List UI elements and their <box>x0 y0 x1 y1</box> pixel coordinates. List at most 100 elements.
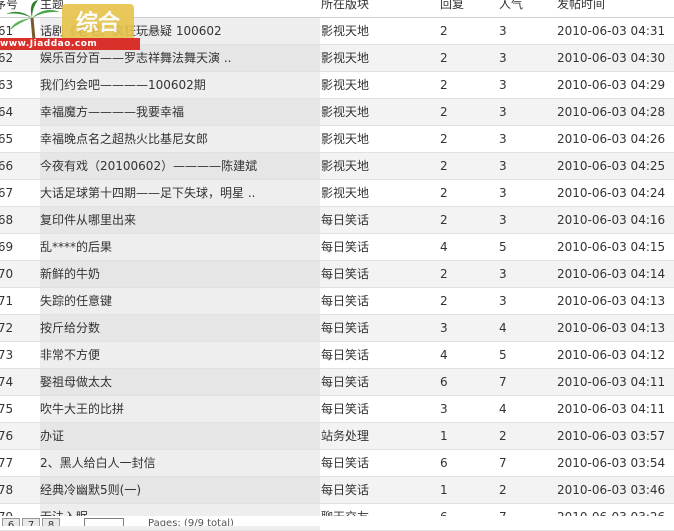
row-number: .69 <box>0 240 14 254</box>
board-name-link[interactable]: 每日笑话 <box>321 450 431 476</box>
thread-title-link[interactable]: 幸福晚点名之超热火比基尼女郎 <box>40 126 320 152</box>
reply-count: 6 <box>440 375 448 389</box>
board-name-link[interactable]: 每日笑话 <box>321 342 431 368</box>
popularity-count: 3 <box>499 159 507 173</box>
row-number: .70 <box>0 267 14 281</box>
popularity-count: 3 <box>499 51 507 65</box>
reply-count: 2 <box>440 105 448 119</box>
thread-title-link[interactable]: 大话足球第十四期——足下失球，明星 .. <box>40 180 320 206</box>
reply-count: 6 <box>440 456 448 470</box>
thread-title-link[interactable]: 失踪的任意键 <box>40 288 320 314</box>
page-button[interactable]: 8 <box>42 518 60 526</box>
thread-title-link[interactable]: 按斤给分数 <box>40 315 320 341</box>
reply-count: 2 <box>440 267 448 281</box>
thread-title-link[interactable]: 办证 <box>40 423 320 449</box>
post-time: 2010-06-03 03:57 <box>557 429 666 443</box>
table-row: .72 按斤给分数每日笑话 3 4 2010-06-03 04:13 <box>0 315 674 342</box>
row-number: .71 <box>0 294 14 308</box>
board-name-link[interactable]: 影视天地 <box>321 180 431 206</box>
column-header-reply[interactable]: 回复 <box>440 0 490 17</box>
table-row: .74 娶祖母做太太每日笑话 6 7 2010-06-03 04:11 <box>0 369 674 396</box>
table-row: .63 我们约会吧————100602期影视天地 2 3 2010-06-03 04:2… <box>0 72 674 99</box>
reply-count: 3 <box>440 402 448 416</box>
table-row: .65 幸福晚点名之超热火比基尼女郎影视天地 2 3 2010-06-03 04:26 <box>0 126 674 153</box>
post-time: 2010-06-03 04:11 <box>557 402 666 416</box>
board-name-link[interactable]: 每日笑话 <box>321 396 431 422</box>
post-time: 2010-06-03 04:13 <box>557 321 666 335</box>
popularity-count: 3 <box>499 105 507 119</box>
site-logo: 综合 www.Jiaddao.com <box>0 0 140 52</box>
board-name-link[interactable]: 每日笑话 <box>321 288 431 314</box>
board-name-link[interactable]: 影视天地 <box>321 153 431 179</box>
table-row: .69 乱****的后果每日笑话 4 5 2010-06-03 04:15 <box>0 234 674 261</box>
thread-title-link[interactable]: 经典冷幽默5则(一) <box>40 477 320 503</box>
popularity-count: 3 <box>499 294 507 308</box>
popularity-count: 3 <box>499 24 507 38</box>
board-name-link[interactable]: 每日笑话 <box>321 369 431 395</box>
reply-count: 2 <box>440 78 448 92</box>
table-row: .73 非常不方便每日笑话 4 5 2010-06-03 04:12 <box>0 342 674 369</box>
reply-count: 3 <box>440 321 448 335</box>
popularity-count: 3 <box>499 267 507 281</box>
thread-title-link[interactable]: 乱****的后果 <box>40 234 320 260</box>
table-row: .66 今夜有戏（20100602）————陈建斌影视天地 2 3 2010-06-03… <box>0 153 674 180</box>
board-name-link[interactable]: 站务处理 <box>321 423 431 449</box>
row-number: .67 <box>0 186 14 200</box>
post-time: 2010-06-03 04:24 <box>557 186 666 200</box>
popularity-count: 5 <box>499 240 507 254</box>
post-time: 2010-06-03 04:12 <box>557 348 666 362</box>
board-name-link[interactable]: 每日笑话 <box>321 207 431 233</box>
logo-wordmark: 综合 <box>62 4 134 42</box>
reply-count: 2 <box>440 51 448 65</box>
thread-title-link[interactable]: 吹牛大王的比拼 <box>40 396 320 422</box>
post-time: 2010-06-03 04:11 <box>557 375 666 389</box>
post-time: 2010-06-03 04:26 <box>557 132 666 146</box>
table-row: .76 办证站务处理 1 2 2010-06-03 03:57 <box>0 423 674 450</box>
board-name-link[interactable]: 每日笑话 <box>321 261 431 287</box>
post-time: 2010-06-03 04:15 <box>557 240 666 254</box>
board-name-link[interactable]: 影视天地 <box>321 72 431 98</box>
board-name-link[interactable]: 影视天地 <box>321 45 431 71</box>
page-button[interactable]: 6 <box>2 518 20 526</box>
post-time: 2010-06-03 04:16 <box>557 213 666 227</box>
thread-title-link[interactable]: 复印件从哪里出来 <box>40 207 320 233</box>
page-button[interactable]: 7 <box>22 518 40 526</box>
board-name-link[interactable]: 每日笑话 <box>321 234 431 260</box>
thread-title-link[interactable]: 非常不方便 <box>40 342 320 368</box>
row-number: .72 <box>0 321 14 335</box>
page-jump-input[interactable] <box>84 518 124 526</box>
table-body: .61话剧《老宅》疯狂玩悬疑 100602影视天地232010-06-03 04… <box>0 18 674 531</box>
reply-count: 1 <box>440 429 448 443</box>
pagination: 6 7 8 Pages: (9/9 total) <box>0 516 674 526</box>
board-name-link[interactable]: 影视天地 <box>321 126 431 152</box>
board-name-link[interactable]: 影视天地 <box>321 18 431 44</box>
column-header-time[interactable]: 发帖时间 <box>557 0 674 17</box>
post-time: 2010-06-03 04:30 <box>557 51 666 65</box>
column-header-popularity[interactable]: 人气 <box>499 0 549 17</box>
column-header-board[interactable]: 所在版块 <box>321 0 431 17</box>
table-row: .70 新鲜的牛奶每日笑话 2 3 2010-06-03 04:14 <box>0 261 674 288</box>
board-name-link[interactable]: 每日笑话 <box>321 315 431 341</box>
page-count-text: Pages: (9/9 total) <box>148 518 234 526</box>
reply-count: 2 <box>440 213 448 227</box>
palm-tree-icon <box>6 0 60 40</box>
thread-title-link[interactable]: 娶祖母做太太 <box>40 369 320 395</box>
reply-count: 2 <box>440 186 448 200</box>
row-number: .64 <box>0 105 14 119</box>
popularity-count: 3 <box>499 186 507 200</box>
board-name-link[interactable]: 影视天地 <box>321 99 431 125</box>
thread-title-link[interactable]: 新鲜的牛奶 <box>40 261 320 287</box>
board-name-link[interactable]: 每日笑话 <box>321 477 431 503</box>
row-number: .78 <box>0 483 14 497</box>
row-number: .76 <box>0 429 14 443</box>
thread-title-link[interactable]: 今夜有戏（20100602）————陈建斌 <box>40 153 320 179</box>
thread-title-link[interactable]: 2、黑人给白人一封信 <box>40 450 320 476</box>
table-row: .67 大话足球第十四期——足下失球，明星 ..影视天地 2 3 2010-06-03 … <box>0 180 674 207</box>
thread-title-link[interactable]: 我们约会吧————100602期 <box>40 72 320 98</box>
row-number: .66 <box>0 159 14 173</box>
post-time: 2010-06-03 03:46 <box>557 483 666 497</box>
table-row: .68 复印件从哪里出来每日笑话 2 3 2010-06-03 04:16 <box>0 207 674 234</box>
post-time: 2010-06-03 04:13 <box>557 294 666 308</box>
table-row: .75 吹牛大王的比拼每日笑话 3 4 2010-06-03 04:11 <box>0 396 674 423</box>
thread-title-link[interactable]: 幸福魔方————我要幸福 <box>40 99 320 125</box>
